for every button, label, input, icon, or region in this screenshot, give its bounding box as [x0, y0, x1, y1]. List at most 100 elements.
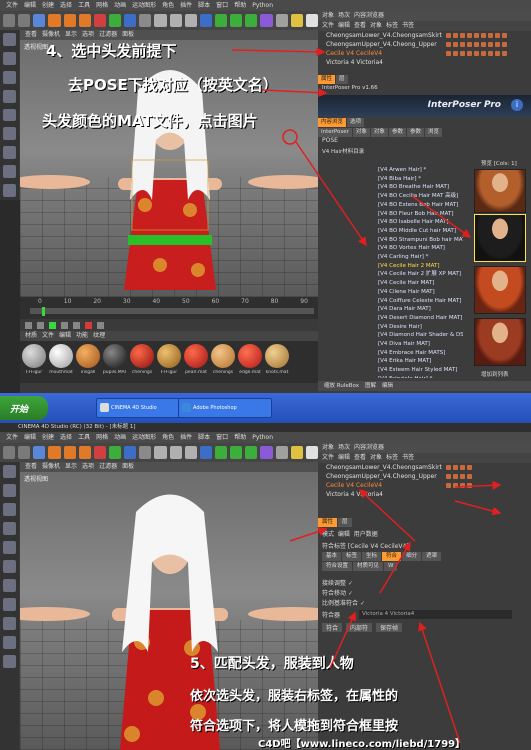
menu-character[interactable]: 角色: [162, 434, 174, 441]
menu-mograph[interactable]: 运动图形: [132, 434, 156, 441]
hair-mat-item[interactable]: [V4 Cilene Hair MAT]: [358, 288, 463, 297]
tab-param-a[interactable]: 参数: [388, 128, 406, 137]
taskbar-item-photoshop[interactable]: Adobe Photoshop: [178, 398, 272, 418]
hair-mat-item[interactable]: [V4 Coiffure Celeste Hair MAT]: [358, 297, 463, 306]
axis-x-icon[interactable]: [93, 446, 106, 459]
menu-create[interactable]: 创建: [42, 2, 54, 9]
tab-attributes[interactable]: 属性: [318, 75, 336, 84]
hair-mat-item[interactable]: [V4 BO Fleur Bob Hair MAT]: [358, 210, 463, 219]
hair-mat-item[interactable]: [V4 Biba Hair] *: [358, 175, 463, 184]
tab-object-b[interactable]: 对象: [370, 128, 388, 137]
hair-mat-item[interactable]: [V4 Cecile Hair 2 扩展 XP MAT]: [358, 270, 463, 279]
menu-window[interactable]: 窗口: [216, 2, 228, 9]
obj-menu-view[interactable]: 查看: [354, 454, 366, 461]
workplane-icon[interactable]: [3, 522, 16, 535]
figure-model[interactable]: [20, 462, 318, 750]
playhead[interactable]: [42, 307, 45, 316]
undo-icon[interactable]: [3, 446, 16, 459]
tag-icons[interactable]: [446, 483, 474, 488]
save-frame-button[interactable]: 保存帧: [376, 623, 403, 632]
hair-mat-item[interactable]: [V4 Cecile Hair MAT]: [358, 279, 463, 288]
checkbox-icon[interactable]: ✓: [360, 600, 365, 607]
menu-edit[interactable]: 编辑: [24, 2, 36, 9]
hair-mat-item[interactable]: [V4 BO Middle Cut hair MAT]: [358, 227, 463, 236]
record-icon[interactable]: [85, 321, 92, 329]
scale-icon[interactable]: [63, 14, 76, 27]
prev-frame-icon[interactable]: [37, 321, 44, 329]
tag-icons[interactable]: [446, 465, 474, 470]
tab-object-a[interactable]: 对象: [352, 128, 370, 137]
tab-conform-settings[interactable]: 符合设置: [322, 562, 353, 571]
menu-mesh[interactable]: 网格: [96, 2, 108, 9]
make-editable-icon[interactable]: [3, 33, 16, 46]
add-to-list-button[interactable]: 增加到列表: [481, 370, 509, 378]
points-mode-icon[interactable]: [3, 541, 16, 554]
scene-icon[interactable]: [275, 446, 288, 459]
checkbox-icon[interactable]: ✓: [348, 590, 353, 597]
object-row[interactable]: CheongsamLower_V4.CheongsamSkirt: [318, 31, 531, 40]
hair-thumbnail[interactable]: [474, 266, 526, 314]
menu-mesh[interactable]: 网格: [96, 434, 108, 441]
menu-plugins[interactable]: 插件: [180, 434, 192, 441]
menu-mograph[interactable]: 运动图形: [132, 2, 156, 9]
hair-mat-item[interactable]: [V4 Arwen Hair] *: [358, 166, 463, 175]
pose-tree-label[interactable]: V4 Hair材料目录: [322, 147, 364, 155]
coord-system-icon[interactable]: [139, 14, 152, 27]
material-ball[interactable]: FFFigur: [157, 344, 181, 375]
object-row[interactable]: Victoria 4 Victoria4: [318, 58, 531, 67]
tab-layers[interactable]: 层: [338, 518, 352, 527]
obj-menu-tags[interactable]: 标签: [386, 454, 398, 461]
axis-y-icon[interactable]: [108, 446, 122, 459]
object-row[interactable]: CheongsamUpper_V4.Cheong_Upper: [318, 40, 531, 49]
info-icon[interactable]: i: [511, 99, 523, 111]
obj-menu-file[interactable]: 文件: [322, 454, 334, 461]
menu-window[interactable]: 窗口: [216, 434, 228, 441]
material-ball[interactable]: pearl.mat: [184, 344, 208, 375]
redo-icon[interactable]: [18, 446, 31, 459]
menu-file[interactable]: 文件: [6, 434, 18, 441]
axis-mode-icon[interactable]: [3, 598, 16, 611]
timeline-track[interactable]: [30, 308, 314, 314]
rotate-icon[interactable]: [78, 14, 91, 27]
menu-help[interactable]: 帮助: [234, 2, 246, 9]
material-ball[interactable]: mouthmat: [49, 344, 73, 375]
hair-mat-item[interactable]: [V4 BO Cecilia Hair MAT 高级]: [358, 192, 463, 201]
menu-select[interactable]: 选择: [60, 2, 72, 9]
deformer-icon[interactable]: [260, 446, 273, 459]
model-mode-icon[interactable]: [3, 484, 16, 497]
rotate-icon[interactable]: [78, 446, 91, 459]
tag-icons[interactable]: [446, 33, 509, 38]
render-picture-icon[interactable]: [169, 14, 182, 27]
checkbox-icon[interactable]: ✓: [348, 580, 353, 587]
hair-mat-item[interactable]: [V4 BO Breathe Hair MAT]: [358, 183, 463, 192]
hair-mat-item[interactable]: [V4 BO Isabelle Hair MAT]: [358, 218, 463, 227]
conform-target-field[interactable]: Victoria 4 Victoria4: [359, 610, 512, 619]
next-frame-icon[interactable]: [61, 321, 68, 329]
hair-mat-item[interactable]: [V4 Carling Hair] *: [358, 253, 463, 262]
attr-menu-mode[interactable]: 模式: [322, 531, 334, 538]
object-row[interactable]: CheongsamUpper_V4.Cheong_Upper: [318, 472, 531, 481]
tab-basic[interactable]: 基本: [322, 552, 342, 561]
render-view-icon[interactable]: [154, 14, 167, 27]
tab-w[interactable]: W: [384, 562, 398, 571]
tag-icons[interactable]: [446, 51, 509, 56]
tab-conform[interactable]: 符合: [382, 552, 402, 561]
nurbs-icon[interactable]: [214, 446, 228, 459]
hair-thumbnail[interactable]: [474, 318, 526, 366]
edges-mode-icon[interactable]: [3, 560, 16, 573]
tab-takes[interactable]: 场次: [338, 444, 350, 451]
snap-icon[interactable]: [3, 636, 16, 649]
hair-mat-item[interactable]: [V4 Fairytale Hair] *: [358, 375, 463, 378]
obj-menu-object[interactable]: 对象: [370, 22, 382, 29]
tab-param-b[interactable]: 参数: [406, 128, 424, 137]
hair-mat-item[interactable]: [V4 BO Strampuni Bob hair MAT]: [358, 236, 463, 245]
scale-icon[interactable]: [63, 446, 76, 459]
polygons-mode-icon[interactable]: [3, 579, 16, 592]
nurbs-icon[interactable]: [214, 14, 228, 27]
cube-icon[interactable]: [199, 446, 212, 459]
points-mode-icon[interactable]: [3, 108, 16, 122]
figure-model[interactable]: [20, 30, 318, 297]
render-settings-icon[interactable]: [184, 446, 197, 459]
mat-menu-texture[interactable]: 纹理: [93, 332, 105, 339]
hair-mat-item[interactable]: [V4 Esteem Hair Styled MAT]: [358, 366, 463, 375]
